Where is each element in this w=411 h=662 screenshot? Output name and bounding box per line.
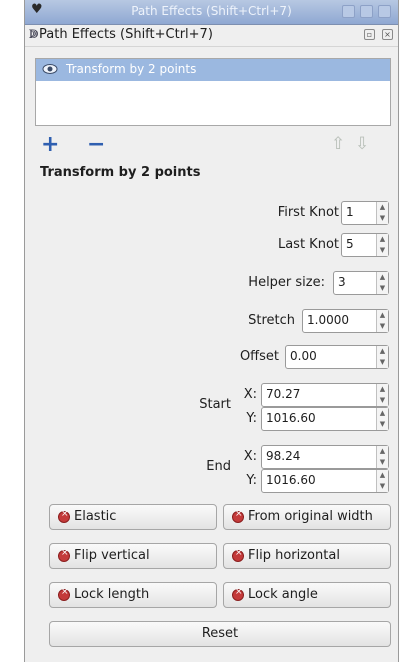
reset-label: Reset [201, 626, 239, 641]
spin-arrows-icon[interactable]: ▲ ▼ [376, 408, 388, 430]
start-x-label: X: [243, 387, 257, 402]
start-y-value: 1016.60 [266, 411, 316, 425]
helper-size-value: 3 [338, 275, 346, 289]
spin-arrows-icon[interactable]: ▲ ▼ [376, 470, 388, 492]
panel-iconify-button[interactable]: ▫ [364, 29, 375, 40]
offset-spinbox[interactable]: 0.00 ▲ ▼ [285, 345, 389, 369]
end-y-spinbox[interactable]: 1016.60 ▲ ▼ [261, 469, 389, 493]
toggle-off-icon [58, 548, 70, 562]
flip-vertical-toggle[interactable]: Flip vertical [49, 543, 217, 569]
close-button[interactable] [378, 5, 391, 18]
spin-arrows-icon[interactable]: ▲ ▼ [376, 446, 388, 468]
spin-arrows-icon[interactable]: ▲ ▼ [376, 346, 388, 368]
spin-arrows-icon[interactable]: ▲ ▼ [376, 384, 388, 406]
first-knot-label: First Knot [277, 205, 339, 220]
spin-arrows-icon[interactable]: ▲ ▼ [376, 202, 388, 224]
add-effect-button[interactable]: + [41, 134, 59, 156]
path-effects-window: ♥ Path Effects (Shift+Ctrl+7) ↇ Path Eff… [24, 0, 399, 662]
minimize-button[interactable] [342, 5, 355, 18]
end-y-value: 1016.60 [266, 473, 316, 487]
stretch-label: Stretch [248, 313, 295, 328]
last-knot-spinbox[interactable]: 5 ▲ ▼ [341, 233, 389, 257]
elastic-toggle[interactable]: Elastic [49, 504, 217, 530]
eye-icon[interactable] [42, 63, 58, 75]
helper-size-label: Helper size: [248, 275, 325, 290]
offset-label: Offset [239, 349, 279, 364]
panel-close-button[interactable]: × [382, 29, 393, 40]
toggle-off-icon [58, 509, 70, 523]
end-x-value: 98.24 [266, 449, 301, 463]
list-item-label: Transform by 2 points [66, 62, 197, 76]
stretch-spinbox[interactable]: 1.0000 ▲ ▼ [302, 309, 389, 333]
lock-angle-toggle[interactable]: Lock angle [223, 582, 391, 608]
spin-arrows-icon[interactable]: ▲ ▼ [376, 272, 388, 294]
start-x-spinbox[interactable]: 70.27 ▲ ▼ [261, 383, 389, 407]
start-x-value: 70.27 [266, 387, 301, 401]
end-y-label: Y: [246, 473, 257, 488]
reset-button[interactable]: Reset [49, 621, 391, 647]
maximize-button[interactable] [360, 5, 373, 18]
flip-vertical-label: Flip vertical [74, 548, 150, 563]
toggle-off-icon [58, 587, 70, 601]
stretch-value: 1.0000 [307, 313, 349, 327]
toggle-off-icon [232, 509, 244, 523]
lock-length-toggle[interactable]: Lock length [49, 582, 217, 608]
end-x-spinbox[interactable]: 98.24 ▲ ▼ [261, 445, 389, 469]
first-knot-spinbox[interactable]: 1 ▲ ▼ [341, 201, 389, 225]
last-knot-value: 5 [346, 237, 354, 251]
lock-length-label: Lock length [74, 587, 150, 602]
path-effects-icon: ↇ [29, 27, 39, 42]
start-y-label: Y: [246, 411, 257, 426]
title-bar[interactable]: ♥ Path Effects (Shift+Ctrl+7) [25, 0, 398, 25]
move-up-icon[interactable]: ⇧ [331, 134, 345, 154]
panel-title: Path Effects (Shift+Ctrl+7) [39, 27, 213, 42]
end-x-label: X: [243, 449, 257, 464]
end-label: End [206, 459, 231, 474]
effect-title: Transform by 2 points [40, 165, 201, 180]
offset-value: 0.00 [290, 349, 317, 363]
from-original-width-toggle[interactable]: From original width [223, 504, 391, 530]
toggle-off-icon [232, 587, 244, 601]
remove-effect-button[interactable]: − [87, 134, 105, 156]
panel-header: ↇ Path Effects (Shift+Ctrl+7) ▫ × [25, 24, 398, 47]
flip-horizontal-toggle[interactable]: Flip horizontal [223, 543, 391, 569]
spin-arrows-icon[interactable]: ▲ ▼ [376, 234, 388, 256]
start-y-spinbox[interactable]: 1016.60 ▲ ▼ [261, 407, 389, 431]
list-item[interactable]: Transform by 2 points [36, 59, 390, 81]
flip-horizontal-label: Flip horizontal [248, 548, 340, 563]
move-down-icon[interactable]: ⇩ [355, 134, 369, 154]
helper-size-spinbox[interactable]: 3 ▲ ▼ [333, 271, 389, 295]
lock-angle-label: Lock angle [248, 587, 318, 602]
from-original-width-label: From original width [248, 509, 373, 524]
effects-list[interactable]: Transform by 2 points [35, 58, 391, 126]
spin-arrows-icon[interactable]: ▲ ▼ [376, 310, 388, 332]
elastic-label: Elastic [74, 509, 117, 524]
start-label: Start [199, 397, 231, 412]
last-knot-label: Last Knot [277, 237, 339, 252]
first-knot-value: 1 [346, 205, 354, 219]
toggle-off-icon [232, 548, 244, 562]
